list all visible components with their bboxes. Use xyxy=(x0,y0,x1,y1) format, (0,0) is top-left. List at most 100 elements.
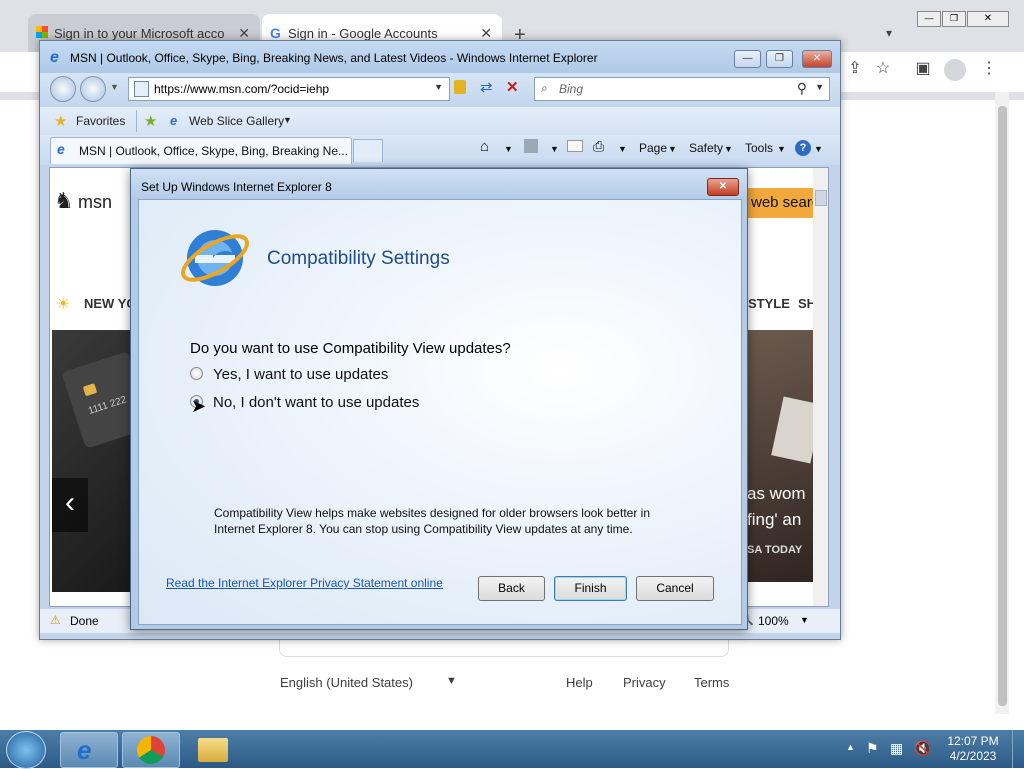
ie-tab-msn[interactable]: e MSN | Outlook, Office, Skype, Bing, Br… xyxy=(50,137,352,164)
ie-tabbar: e MSN | Outlook, Office, Skype, Bing, Br… xyxy=(40,135,840,165)
carousel-prev-button[interactable]: ‹ xyxy=(52,478,88,532)
chevron-down-icon[interactable]: ▼ xyxy=(724,144,733,154)
option-yes-updates[interactable]: Yes, I want to use updates xyxy=(190,366,388,383)
search-provider-icon: ⌕ xyxy=(541,81,548,95)
msn-logo: msn xyxy=(78,192,113,212)
address-input[interactable]: https://www.msn.com/?ocid=iehp ▼ xyxy=(128,77,450,101)
start-button[interactable] xyxy=(6,731,46,769)
dialog-body: Compatibility Settings Do you want to us… xyxy=(138,199,742,625)
chrome-close-button[interactable]: ✕ xyxy=(967,11,1009,27)
web-slice-gallery-link[interactable]: Web Slice Gallery xyxy=(189,114,284,128)
ie-vertical-scrollbar[interactable] xyxy=(813,168,828,606)
show-desktop-button[interactable] xyxy=(1012,730,1024,768)
divider xyxy=(136,110,137,132)
volume-muted-icon[interactable]: 🔇 xyxy=(914,740,931,757)
mouse-cursor-icon: ➤ xyxy=(191,396,207,416)
back-button[interactable]: Back xyxy=(478,576,545,601)
bookmark-star-icon[interactable]: ☆ xyxy=(866,52,900,86)
address-dropdown-icon[interactable]: ▼ xyxy=(434,82,443,92)
ie-minimize-button[interactable]: — xyxy=(734,50,761,68)
forward-arrow-icon[interactable] xyxy=(80,76,106,102)
taskbar-chrome[interactable] xyxy=(122,732,180,768)
search-input[interactable]: ⌕ Bing ⚲ ▼ xyxy=(534,77,830,101)
headline-line2: fing' an xyxy=(747,510,802,529)
option-label: No, I don't want to use updates xyxy=(213,394,420,411)
feeds-icon[interactable] xyxy=(524,139,538,153)
chrome-tab-label: Sign in to your Microsoft account xyxy=(54,26,224,41)
ie-address-bar: ▼ https://www.msn.com/?ocid=iehp ▼ ⇄ ✕ ⌕… xyxy=(40,73,840,107)
lock-icon[interactable] xyxy=(454,80,466,94)
history-dropdown-icon[interactable]: ▼ xyxy=(110,82,119,92)
chevron-down-icon[interactable]: ▼ xyxy=(283,115,292,125)
chevron-down-icon[interactable]: ▼ xyxy=(618,144,627,154)
taskbar-explorer[interactable] xyxy=(184,732,240,766)
favorites-button[interactable]: Favorites xyxy=(76,114,125,128)
headline-line1: as wom xyxy=(747,484,806,503)
nav-item-lifestyle[interactable]: STYLE xyxy=(748,296,790,311)
add-favorites-icon[interactable]: ★ xyxy=(144,112,157,130)
print-icon[interactable]: ⎙ xyxy=(593,138,604,155)
ie-restore-button[interactable]: ❐ xyxy=(766,50,793,68)
ie-tab-label: MSN | Outlook, Office, Skype, Bing, Brea… xyxy=(79,144,349,158)
chevron-down-icon[interactable]: ▼ xyxy=(504,144,513,154)
web-search-button[interactable]: web searc xyxy=(747,188,819,218)
carousel-image-right[interactable]: as wom fing' an SA TODAY xyxy=(747,330,823,582)
help-link[interactable]: Help xyxy=(566,675,593,690)
nav-item-news[interactable]: NEW YO xyxy=(84,296,137,311)
ie-logo-icon xyxy=(177,218,253,294)
mail-icon[interactable] xyxy=(567,140,583,152)
privacy-link[interactable]: Privacy xyxy=(623,675,666,690)
help-icon[interactable]: ? xyxy=(795,140,811,156)
tray-expand-icon[interactable]: ▲ xyxy=(846,742,855,752)
radio-yes[interactable] xyxy=(190,367,203,380)
chrome-minimize-button[interactable]: — xyxy=(917,11,941,27)
refresh-icon[interactable]: ⇄ xyxy=(480,78,493,96)
chevron-down-icon[interactable]: ▼ xyxy=(814,144,823,154)
favorites-bar: ★ Favorites ★ e Web Slice Gallery ▼ xyxy=(40,107,840,135)
chrome-restore-button[interactable]: ❐ xyxy=(942,11,966,27)
action-center-icon[interactable]: ⚑ xyxy=(866,740,879,757)
chevron-down-icon[interactable]: ▼ xyxy=(800,615,809,625)
privacy-statement-link[interactable]: Read the Internet Explorer Privacy State… xyxy=(166,576,443,590)
profile-avatar-icon[interactable] xyxy=(944,59,966,81)
tools-menu[interactable]: Tools xyxy=(745,141,773,155)
stop-icon[interactable]: ✕ xyxy=(506,78,519,96)
zoom-level[interactable]: 100% xyxy=(758,614,789,628)
clock-date: 4/2/2023 xyxy=(949,749,997,763)
search-dropdown-icon[interactable]: ▼ xyxy=(815,82,824,92)
carousel-image-left[interactable]: 1111 222 xyxy=(52,330,153,592)
cancel-button[interactable]: Cancel xyxy=(636,576,714,601)
chevron-down-icon[interactable]: ▼ xyxy=(446,675,457,687)
finish-button[interactable]: Finish xyxy=(554,576,627,601)
ie-tab-icon: e xyxy=(57,141,65,157)
dialog-title: Set Up Windows Internet Explorer 8 xyxy=(141,180,332,194)
chrome-scrollbar[interactable] xyxy=(995,92,1009,714)
search-placeholder: Bing xyxy=(559,82,584,96)
sidepanel-icon[interactable]: ▣ xyxy=(906,52,940,86)
chevron-down-icon[interactable]: ▼ xyxy=(668,144,677,154)
chevron-down-icon[interactable]: ▼ xyxy=(777,144,786,154)
dialog-close-button[interactable]: ✕ xyxy=(707,178,739,196)
msn-butterfly-icon: ♞ xyxy=(54,188,74,213)
chevron-down-icon[interactable]: ▼ xyxy=(550,144,559,154)
option-no-updates[interactable]: No, I don't want to use updates xyxy=(190,394,419,411)
terms-link[interactable]: Terms xyxy=(694,675,729,690)
back-arrow-icon[interactable] xyxy=(50,76,76,102)
chrome-icon xyxy=(137,736,165,764)
ie-icon: e xyxy=(77,735,92,765)
taskbar-ie[interactable]: e xyxy=(60,732,118,768)
folder-icon xyxy=(198,738,228,762)
network-icon[interactable]: ▦ xyxy=(890,740,903,757)
search-icon[interactable]: ⚲ xyxy=(797,80,807,97)
new-tab-button[interactable] xyxy=(353,139,383,162)
ie-close-button[interactable]: ✕ xyxy=(802,50,832,68)
ie-window-title: MSN | Outlook, Office, Skype, Bing, Brea… xyxy=(70,51,598,65)
language-select[interactable]: English (United States) xyxy=(280,675,413,690)
safety-menu[interactable]: Safety xyxy=(689,141,723,155)
favorites-star-icon[interactable]: ★ xyxy=(54,112,67,130)
home-icon[interactable]: ⌂ xyxy=(480,138,489,155)
taskbar-clock[interactable]: 12:07 PM 4/2/2023 xyxy=(940,734,1006,764)
menu-dots-icon[interactable]: ⋮ xyxy=(972,52,1006,86)
page-menu[interactable]: Page xyxy=(639,141,667,155)
tab-search-icon[interactable]: ▾ xyxy=(886,26,892,40)
